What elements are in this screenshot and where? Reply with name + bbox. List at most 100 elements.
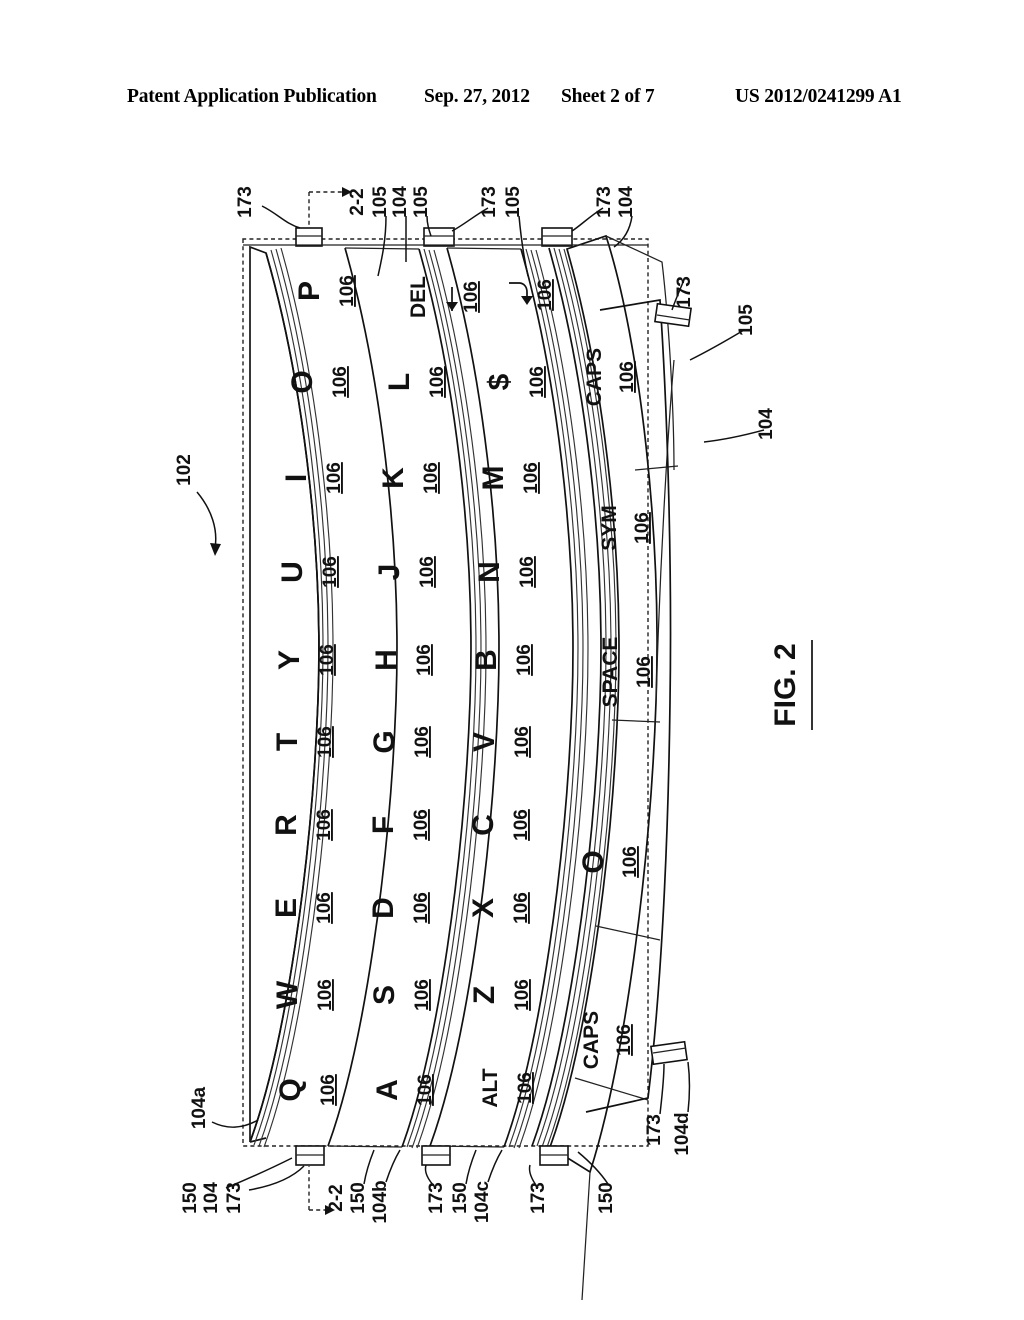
- key-CAPS-left[interactable]: CAPS 106: [580, 1011, 635, 1069]
- callout-label: 105: [411, 186, 432, 218]
- key-ref-106: 106: [337, 275, 358, 307]
- key-U[interactable]: U 106: [276, 556, 341, 588]
- keycap-label: E: [270, 898, 303, 918]
- key-ref-106: 106: [417, 556, 438, 588]
- top-edge-tabs: [243, 227, 648, 247]
- callout-label-104a: 104a: [189, 1086, 210, 1129]
- keycap-label: V: [468, 732, 501, 752]
- key-ref-106: 106: [411, 809, 432, 841]
- key-M[interactable]: M 106: [477, 462, 542, 494]
- key-B[interactable]: B 106: [470, 644, 535, 676]
- key-P[interactable]: P 106: [293, 275, 358, 307]
- key-ref-106: 106: [320, 556, 341, 588]
- callout-label-102: 102: [174, 454, 195, 486]
- figure-caption-label: FIG. 2: [769, 643, 802, 726]
- keycap-label: C: [467, 814, 500, 836]
- key-dollar[interactable]: $ 106: [483, 366, 548, 398]
- key-SYM[interactable]: SYM 106: [598, 505, 653, 551]
- keycap-label: M: [477, 466, 510, 491]
- keycap-label: J: [373, 564, 406, 581]
- key-SPACE[interactable]: SPACE 106: [599, 637, 655, 708]
- keycap-label: CAPS: [583, 348, 606, 406]
- key-A[interactable]: A 106: [371, 1074, 436, 1106]
- callout-label: 105: [736, 304, 757, 336]
- key-F[interactable]: F 106: [367, 809, 432, 841]
- callout-label: 150: [450, 1182, 471, 1214]
- key-ref-106: 106: [515, 1072, 536, 1104]
- key-O-row4[interactable]: O 106: [577, 846, 641, 878]
- section-marker-top: 2-2: [308, 187, 368, 228]
- keycap-label: Q: [274, 1078, 307, 1101]
- callout-label: 104: [390, 186, 411, 218]
- callout-label: 173: [426, 1182, 447, 1214]
- callout-label: 173: [235, 186, 256, 218]
- keycap-label: SPACE: [599, 637, 622, 708]
- callout-label-104c: 104c: [472, 1180, 493, 1223]
- key-ref-106: 106: [634, 656, 655, 688]
- bottom-edge-tabs: [295, 1145, 569, 1166]
- keycap-label: I: [280, 474, 313, 482]
- keycap-label: ALT: [479, 1068, 502, 1107]
- key-ref-106: 106: [317, 644, 338, 676]
- keycap-label: DEL: [407, 276, 430, 318]
- callout-label: 150: [348, 1182, 369, 1214]
- callout-label: 150: [180, 1182, 201, 1214]
- keycap-label: SYM: [598, 505, 621, 551]
- key-X[interactable]: X 106: [467, 892, 532, 924]
- key-R[interactable]: R 106: [270, 809, 335, 841]
- keycap-label: O: [577, 850, 610, 873]
- key-Z[interactable]: Z 106: [468, 979, 533, 1011]
- key-Y[interactable]: Y 106: [273, 644, 338, 676]
- key-D[interactable]: D 106: [367, 892, 432, 924]
- patent-figure: Q 106 W 106 E 106 R 106 T 106 Y 106 U 10…: [0, 0, 1024, 1320]
- key-O[interactable]: O 106: [286, 366, 351, 398]
- keycap-label: W: [271, 980, 304, 1009]
- key-ref-106: 106: [330, 366, 351, 398]
- key-S[interactable]: S 106: [368, 979, 433, 1011]
- key-ref-106: 106: [412, 726, 433, 758]
- keyboard-row-2: A 106 S 106 D 106 F 106 G 106 H 106 J 10…: [367, 276, 482, 1106]
- key-T[interactable]: T 106: [271, 726, 336, 758]
- key-C[interactable]: C 106: [467, 809, 532, 841]
- key-ref-106: 106: [614, 1024, 635, 1056]
- keycap-label: G: [368, 730, 401, 753]
- key-ref-106: 106: [318, 1074, 339, 1106]
- key-ref-106: 106: [315, 979, 336, 1011]
- callout-label-104b: 104b: [370, 1180, 391, 1223]
- tab-173-top-1: [295, 227, 323, 247]
- keycap-label: CAPS: [580, 1011, 603, 1069]
- key-ref-106: 106: [511, 809, 532, 841]
- key-N[interactable]: N 106: [473, 556, 538, 588]
- callout-label: 104: [201, 1182, 222, 1214]
- key-ref-106: 106: [415, 1074, 436, 1106]
- key-ref-106: 106: [412, 979, 433, 1011]
- enter-arrow-icon: [509, 282, 533, 305]
- key-H[interactable]: H 106: [370, 644, 435, 676]
- key-J[interactable]: J 106: [373, 556, 438, 588]
- key-L[interactable]: L 106: [383, 366, 448, 398]
- keycap-label: F: [367, 816, 400, 834]
- callout-label: 173: [224, 1182, 245, 1214]
- key-ref-106: 106: [314, 892, 335, 924]
- keycap-label: Y: [273, 650, 306, 670]
- keycap-label: O: [286, 370, 319, 393]
- callout-label: 173: [479, 186, 500, 218]
- backspace-arrow-icon: [446, 287, 458, 311]
- key-W[interactable]: W 106: [271, 979, 336, 1011]
- key-ref-106: 106: [521, 462, 542, 494]
- key-CAPS-right[interactable]: CAPS 106: [583, 348, 638, 406]
- keycap-label: D: [367, 897, 400, 919]
- callout-label: 173: [594, 186, 615, 218]
- key-ref-106: 106: [461, 281, 482, 313]
- key-ref-106: 106: [512, 726, 533, 758]
- key-ref-106: 106: [632, 512, 653, 544]
- callout-label: 105: [503, 186, 524, 218]
- key-ref-106: 106: [512, 979, 533, 1011]
- key-G[interactable]: G 106: [368, 726, 433, 758]
- key-ref-106: 106: [514, 644, 535, 676]
- callout-label: 104: [616, 186, 637, 218]
- key-ALT[interactable]: ALT 106: [479, 1068, 536, 1107]
- tab-173-top-2: [423, 227, 455, 247]
- section-marker-bottom: 2-2: [308, 1166, 347, 1215]
- key-Q[interactable]: Q 106: [274, 1074, 339, 1106]
